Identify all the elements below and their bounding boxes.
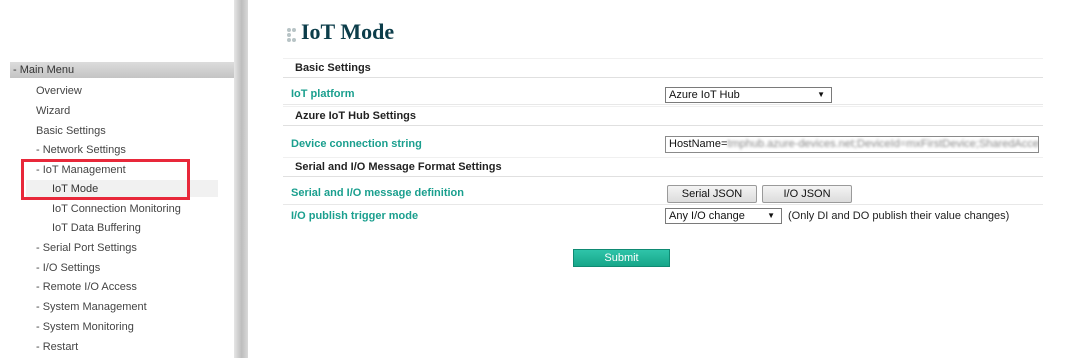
- sidebar-item-serial-port-settings[interactable]: - Serial Port Settings: [36, 241, 137, 255]
- main-menu-header[interactable]: - Main Menu: [10, 62, 240, 78]
- sidebar-item-restart[interactable]: - Restart: [36, 340, 78, 354]
- page-title: IoT Mode: [285, 19, 394, 45]
- sidebar-item-wizard[interactable]: Wizard: [36, 104, 70, 118]
- serial-json-button[interactable]: Serial JSON: [667, 185, 757, 203]
- section-serial-io-message-format: Serial and I/O Message Format Settings: [283, 157, 1043, 177]
- device-connection-string-input[interactable]: HostName=tmphub.azure-devices.net;Device…: [665, 136, 1039, 153]
- iot-platform-label: IoT platform: [291, 88, 355, 100]
- message-definition-label: Serial and I/O message definition: [291, 187, 464, 199]
- highlight-annotation-box: [21, 159, 190, 200]
- sidebar-item-basic-settings[interactable]: Basic Settings: [36, 124, 106, 138]
- dropdown-arrow-icon: ▼: [767, 211, 775, 220]
- section-azure-label: Azure IoT Hub Settings: [295, 110, 416, 122]
- io-json-button[interactable]: I/O JSON: [762, 185, 852, 203]
- sidebar-item-overview[interactable]: Overview: [36, 84, 82, 98]
- connection-string-redacted: tmphub.azure-devices.net;DeviceId=mxFirs…: [727, 138, 1039, 150]
- section-azure-iot-hub-settings: Azure IoT Hub Settings: [283, 106, 1043, 126]
- dropdown-arrow-icon: ▼: [817, 90, 825, 99]
- publish-trigger-label: I/O publish trigger mode: [291, 210, 419, 222]
- sidebar-item-network-settings[interactable]: - Network Settings: [36, 143, 126, 157]
- iot-platform-select[interactable]: Azure IoT Hub ▼: [665, 87, 832, 103]
- section-basic-settings-label: Basic Settings: [295, 62, 371, 74]
- title-dots-icon: [285, 24, 299, 44]
- sidebar-item-system-monitoring[interactable]: - System Monitoring: [36, 320, 134, 334]
- publish-trigger-value: Any I/O change: [669, 210, 745, 222]
- sidebar: - Main Menu Overview Wizard Basic Settin…: [0, 0, 242, 358]
- sidebar-item-iot-data-buffering[interactable]: IoT Data Buffering: [52, 221, 141, 235]
- sidebar-divider: [234, 0, 248, 358]
- row-divider: [283, 104, 1043, 105]
- publish-trigger-select[interactable]: Any I/O change ▼: [665, 208, 782, 224]
- device-connection-string-label: Device connection string: [291, 138, 422, 150]
- section-serial-io-label: Serial and I/O Message Format Settings: [295, 161, 502, 173]
- section-basic-settings: Basic Settings: [283, 58, 1043, 78]
- publish-trigger-note: (Only DI and DO publish their value chan…: [788, 210, 1010, 222]
- submit-button[interactable]: Submit: [573, 249, 670, 267]
- sidebar-item-iot-connection-monitoring[interactable]: IoT Connection Monitoring: [52, 202, 181, 216]
- sidebar-item-io-settings[interactable]: - I/O Settings: [36, 261, 100, 275]
- connection-string-prefix: HostName=: [669, 138, 728, 150]
- page-title-text: IoT Mode: [301, 19, 395, 44]
- iot-platform-value: Azure IoT Hub: [669, 89, 740, 101]
- sidebar-item-remote-io-access[interactable]: - Remote I/O Access: [36, 280, 137, 294]
- row-divider: [283, 204, 1043, 205]
- sidebar-item-system-management[interactable]: - System Management: [36, 300, 147, 314]
